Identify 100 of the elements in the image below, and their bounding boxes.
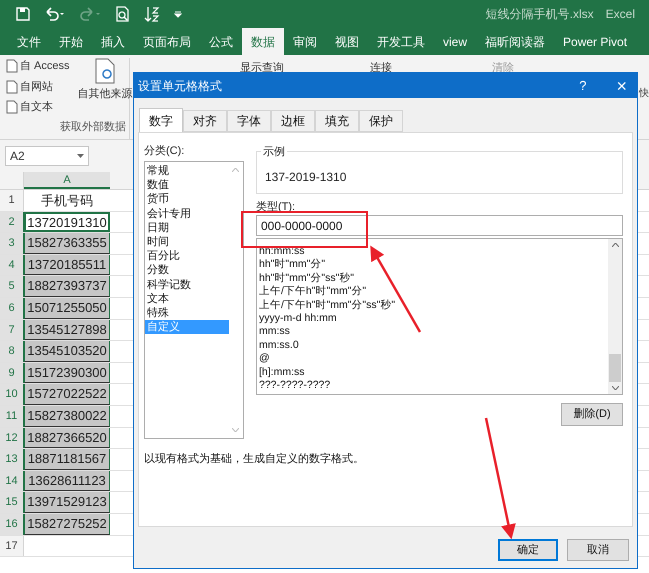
document-icon xyxy=(94,58,116,84)
row-header: 3 xyxy=(0,233,24,254)
ribbon-button[interactable]: 自 Access xyxy=(6,58,70,74)
category-item[interactable]: 特殊 xyxy=(145,306,243,320)
scroll-down-icon[interactable] xyxy=(612,386,618,390)
ribbon-tab[interactable]: 开始 xyxy=(50,28,92,55)
row-header: 5 xyxy=(0,276,24,297)
ribbon-button[interactable]: 自网站 xyxy=(6,78,70,95)
table-cell: 13545127898 xyxy=(24,320,110,340)
ribbon-tab[interactable]: 开发工具 xyxy=(368,28,434,55)
row-header: 7 xyxy=(0,320,24,340)
ribbon-button[interactable]: 快 xyxy=(639,88,649,100)
table-cell: 15827363355 xyxy=(24,233,110,254)
format-item[interactable]: [h]:mm:ss xyxy=(259,366,608,379)
row-header: 8 xyxy=(0,341,24,362)
table-cell: 18827366520 xyxy=(24,428,110,448)
category-item[interactable]: 科学记数 xyxy=(145,278,243,292)
category-label: 分类(C): xyxy=(144,144,186,159)
column-header: A xyxy=(24,172,110,189)
row-header: 1 xyxy=(0,190,24,211)
sort-icon[interactable] xyxy=(144,6,160,22)
category-item[interactable]: 文本 xyxy=(145,292,243,306)
cancel-button[interactable]: 取消 xyxy=(567,539,629,561)
table-cell: 13720185511 xyxy=(24,254,110,276)
table-cell: 13720191310 xyxy=(24,212,110,232)
ribbon-tab[interactable]: 插入 xyxy=(92,28,134,55)
format-item[interactable]: hh"时"mm"分"ss"秒" xyxy=(259,272,608,286)
category-item[interactable]: 百分比 xyxy=(145,249,243,264)
scroll-up-icon[interactable] xyxy=(612,243,618,247)
dialog-tab[interactable]: 对齐 xyxy=(183,110,227,132)
row-header: 10 xyxy=(0,384,24,405)
ribbon-tab[interactable]: view xyxy=(434,28,476,55)
category-item[interactable]: 数值 xyxy=(145,178,243,192)
format-item[interactable]: @ xyxy=(259,352,608,366)
document-icon xyxy=(6,100,18,114)
help-button[interactable]: ? xyxy=(579,76,586,96)
format-item[interactable]: yyyy-m-d hh:mm xyxy=(259,312,608,326)
category-item[interactable]: 会计专用 xyxy=(145,206,243,221)
ribbon-tab[interactable]: 福昕阅读器 xyxy=(476,28,554,55)
ok-button[interactable]: 确定 xyxy=(498,539,558,561)
close-button[interactable]: × xyxy=(616,76,627,94)
row-header: 16 xyxy=(0,514,24,534)
category-item[interactable]: 日期 xyxy=(145,220,243,235)
dialog-tab[interactable]: 保护 xyxy=(359,110,403,132)
category-item[interactable]: 常规 xyxy=(145,164,243,178)
scrollbar-thumb[interactable] xyxy=(609,354,621,382)
row-header: 4 xyxy=(0,254,24,276)
row-header: 11 xyxy=(0,406,24,427)
category-item[interactable]: 时间 xyxy=(145,234,243,250)
table-cell: 13971529123 xyxy=(24,492,110,513)
table-cell: 15827275252 xyxy=(24,514,110,534)
dialog-tab[interactable]: 填充 xyxy=(315,110,359,132)
description-text: 以现有格式为基础，生成自定义的数字格式。 xyxy=(144,452,365,467)
table-cell: 15727022522 xyxy=(24,384,110,405)
row-header: 14 xyxy=(0,470,24,492)
format-item[interactable]: hh"时"mm"分" xyxy=(259,258,608,272)
category-item[interactable]: 分数 xyxy=(145,263,243,278)
type-input-field[interactable]: 000-0000-0000 xyxy=(256,215,623,236)
dialog-tab[interactable]: 字体 xyxy=(227,110,271,132)
format-item[interactable]: hh:mm:ss xyxy=(259,245,608,258)
format-item[interactable]: ???-????-???? xyxy=(259,378,608,392)
ribbon-tab[interactable]: 文件 xyxy=(8,28,50,55)
row-header: 13 xyxy=(0,449,24,470)
name-box[interactable]: A2 xyxy=(5,146,89,166)
format-item[interactable]: 上午/下午h"时"mm"分"ss"秒" xyxy=(259,298,608,312)
ribbon-tab[interactable]: 视图 xyxy=(326,28,368,55)
group-label: 获取外部数据 xyxy=(60,120,127,134)
dialog-tab[interactable]: 数字 xyxy=(139,108,183,132)
document-icon xyxy=(6,59,18,74)
scrollbar[interactable] xyxy=(608,239,622,394)
row-header: 6 xyxy=(0,298,24,319)
customize-icon[interactable] xyxy=(174,10,182,18)
save-icon[interactable] xyxy=(16,7,30,21)
ribbon-tab[interactable]: 页面布局 xyxy=(134,28,200,55)
document-icon xyxy=(6,80,18,94)
table-cell: 13628611123 xyxy=(24,470,110,492)
ribbon-big-button[interactable]: 自其他来源 xyxy=(78,58,133,116)
row-header: 9 xyxy=(0,362,24,384)
ribbon-tab[interactable]: 审阅 xyxy=(284,28,326,55)
table-cell: 15827380022 xyxy=(24,406,110,427)
dialog-title: 设置单元格格式 xyxy=(138,78,222,94)
format-item[interactable]: mm:ss xyxy=(259,325,608,339)
dropdown-icon xyxy=(77,154,84,158)
ribbon-tab[interactable]: Power Pivot xyxy=(554,28,636,55)
table-cell: 15071255050 xyxy=(24,298,110,319)
format-item[interactable]: 上午/下午h"时"mm"分" xyxy=(259,285,608,299)
print-preview-icon[interactable] xyxy=(116,6,130,22)
format-item[interactable]: mm:ss.0 xyxy=(259,338,608,352)
window-title: 短线分隔手机号.xlsx xyxy=(486,6,594,23)
delete-button[interactable]: 删除(D) xyxy=(561,403,623,426)
ribbon-button[interactable]: 自文本 xyxy=(6,99,70,116)
ribbon-tab[interactable]: 数据 xyxy=(242,28,284,55)
dialog-tab[interactable]: 边框 xyxy=(271,110,315,132)
table-cell: 18827393737 xyxy=(24,276,110,297)
table-cell: 18871181567 xyxy=(24,449,110,470)
row-header: 17 xyxy=(0,536,24,556)
category-item[interactable]: 货币 xyxy=(145,192,243,207)
ribbon-tab[interactable]: 公式 xyxy=(200,28,242,55)
table-cell: 15172390300 xyxy=(24,362,110,384)
undo-icon[interactable] xyxy=(44,7,66,21)
